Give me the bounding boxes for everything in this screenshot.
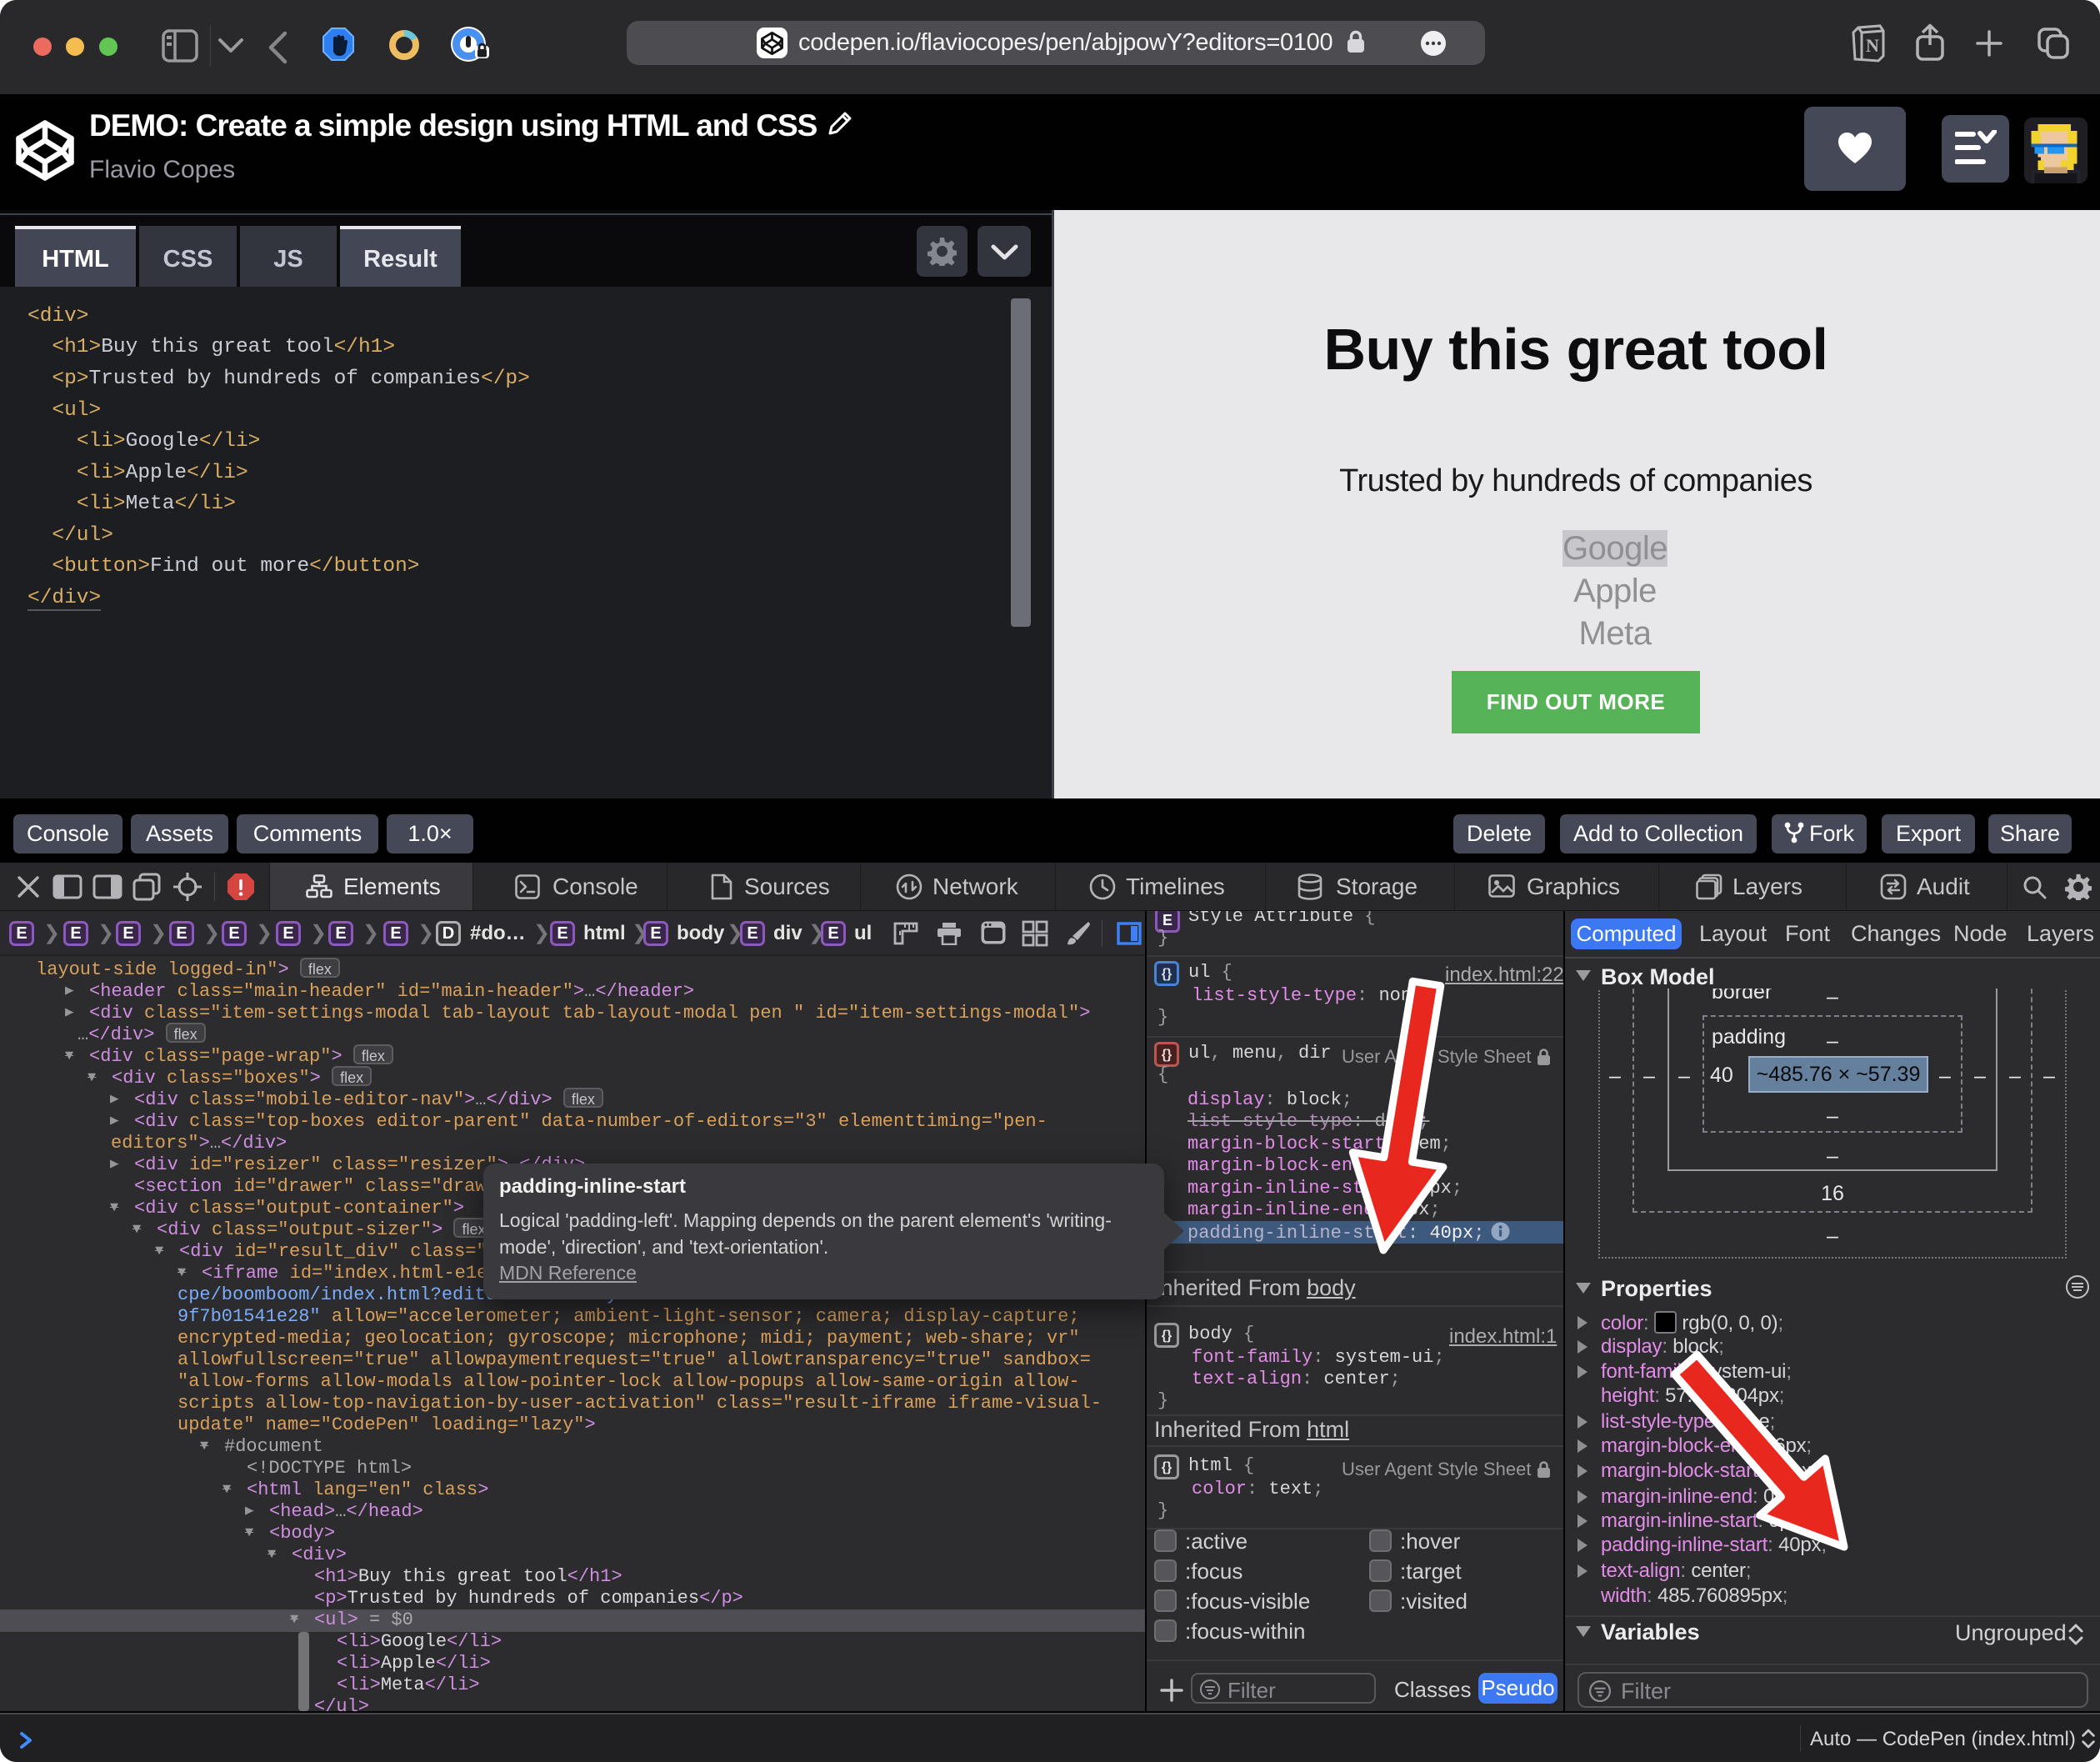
svg-text:N: N xyxy=(1866,35,1879,56)
